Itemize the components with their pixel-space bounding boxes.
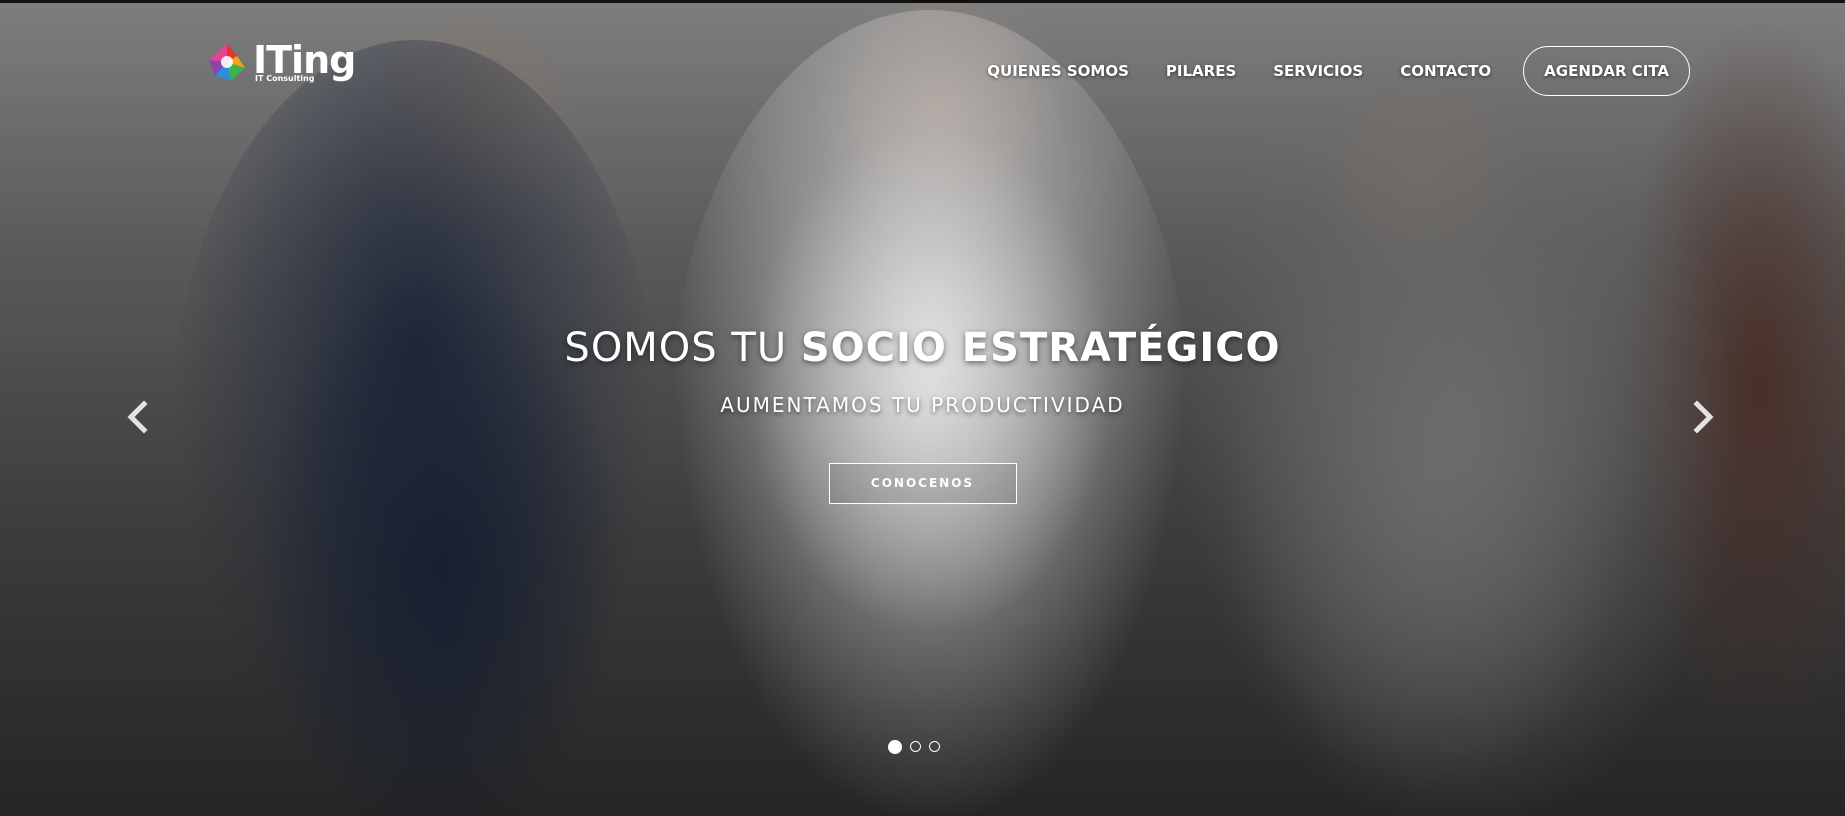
nav-link-pilares[interactable]: PILARES	[1166, 62, 1236, 80]
nav-link-contacto[interactable]: CONTACTO	[1400, 62, 1491, 80]
carousel-indicators	[888, 739, 948, 754]
hero-subheadline: AUMENTAMOS TU PRODUCTIVIDAD	[720, 393, 1125, 417]
hero-headline-strong: SOCIO ESTRATÉGICO	[800, 325, 1281, 371]
hero-headline: SOMOS TU SOCIO ESTRATÉGICO	[0, 325, 1845, 371]
hero-carousel: ITing IT Consulting QUIENES SOMOS PILARE…	[0, 0, 1845, 816]
hero-headline-light: SOMOS TU	[564, 325, 801, 371]
conocenos-button[interactable]: CONOCENOS	[828, 463, 1017, 504]
hero-caption: SOMOS TU SOCIO ESTRATÉGICO AUMENTAMOS TU…	[0, 325, 1845, 504]
chevron-left-icon[interactable]	[122, 400, 156, 434]
chevron-right-icon[interactable]	[1685, 400, 1719, 434]
agendar-cita-button[interactable]: AGENDAR CITA	[1523, 46, 1690, 96]
carousel-dot-3[interactable]	[929, 741, 940, 752]
brand-logo[interactable]: ITing IT Consulting	[205, 40, 356, 84]
nav-link-servicios[interactable]: SERVICIOS	[1273, 62, 1363, 80]
main-nav: QUIENES SOMOS PILARES SERVICIOS CONTACTO…	[950, 46, 1690, 96]
carousel-dot-2[interactable]	[910, 741, 921, 752]
top-border	[0, 0, 1845, 3]
logo-mark-icon	[209, 44, 245, 80]
brand-tagline: IT Consulting	[255, 74, 315, 83]
carousel-dot-1[interactable]	[888, 739, 902, 754]
nav-link-quienes-somos[interactable]: QUIENES SOMOS	[987, 62, 1129, 80]
